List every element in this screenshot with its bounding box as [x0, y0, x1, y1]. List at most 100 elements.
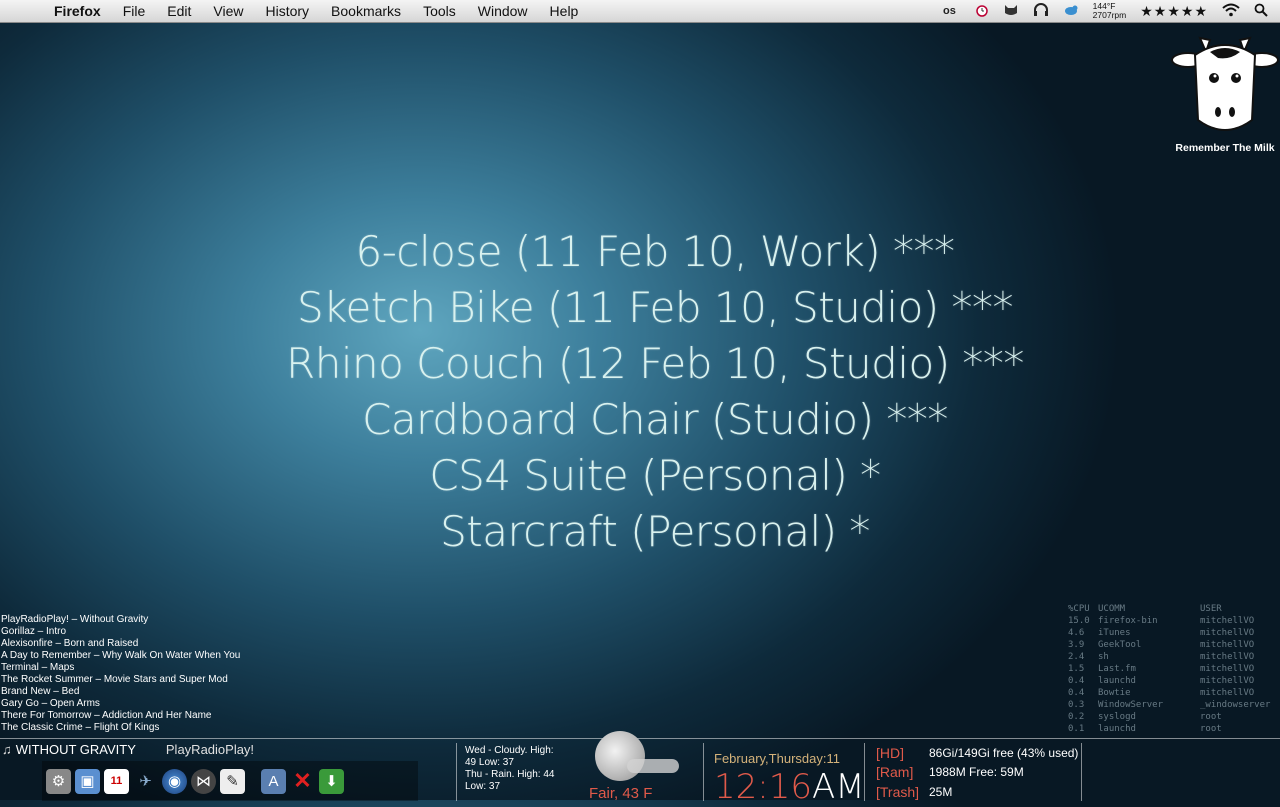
- moon-icon: [595, 731, 645, 781]
- table-cell: 0.1: [1068, 724, 1085, 734]
- rtm-label: Remember The Milk: [1175, 142, 1275, 154]
- clock-ampm: AM: [811, 767, 865, 807]
- menu-view[interactable]: View: [213, 3, 243, 19]
- system-preferences-icon[interactable]: ⚙: [46, 768, 71, 794]
- track-rating[interactable]: ★★★★★: [1140, 3, 1208, 20]
- stat-label: [HD]: [876, 744, 904, 761]
- twitter-bird-icon[interactable]: [1063, 3, 1079, 20]
- menu-window[interactable]: Window: [478, 3, 528, 19]
- forecast-line: 49 Low: 37: [465, 757, 514, 768]
- spotlight-search-icon[interactable]: [1254, 3, 1268, 20]
- table-cell: 0.2: [1068, 712, 1085, 722]
- table-row: 0.3 WindowServer _windowserver: [1068, 699, 1280, 711]
- list-item: There For Tomorrow – Addiction And Her N…: [1, 710, 212, 721]
- clock-date: February,Thursday:11: [714, 751, 840, 766]
- close-icon[interactable]: ✕: [290, 768, 315, 794]
- twitter-bird-icon[interactable]: ✈: [133, 769, 158, 794]
- table-cell: firefox-bin: [1098, 616, 1158, 626]
- weather-forecast: Wed - Cloudy. High: 49 Low: 37 Thu - Rai…: [465, 745, 573, 793]
- remember-the-milk-widget[interactable]: Remember The Milk: [1170, 30, 1280, 154]
- table-cell: 1.5: [1068, 664, 1085, 674]
- table-row: 0.4 Bowtie mitchellVO: [1068, 687, 1280, 699]
- list-item: The Classic Crime – Flight Of Kings: [1, 722, 160, 733]
- spacer-icon: [249, 769, 257, 794]
- clock-time: 12:16AM: [714, 767, 865, 807]
- bottom-status-bar: ♫ WITHOUT GRAVITY PlayRadioPlay! ⚙ ▣ 11 …: [0, 731, 1280, 807]
- stat-row: [Trash] 25M: [876, 782, 1081, 802]
- table-cell: _windowserver: [1200, 700, 1271, 710]
- table-cell: mitchellVO: [1200, 616, 1255, 626]
- menu-edit[interactable]: Edit: [167, 3, 191, 19]
- table-cell: sh: [1098, 652, 1109, 662]
- stat-row: [Ram] 1988M Free: 59M: [876, 763, 1081, 783]
- dock: ⚙ ▣ 11 ✈ ◉ ⋈ ✎ A ✕ ⬇: [42, 761, 418, 801]
- list-item: A Day to Remember – Why Walk On Water Wh…: [1, 650, 241, 661]
- table-cell: root: [1200, 712, 1222, 722]
- firefox-icon[interactable]: ◉: [162, 768, 187, 794]
- fan-rpm: 2707rpm: [1092, 10, 1127, 20]
- list-item: Terminal – Maps: [1, 662, 75, 673]
- list-item: The Rocket Summer – Movie Stars and Supe…: [1, 674, 228, 685]
- task-item: 6-close (11 Feb 10, Work) ***: [355, 227, 955, 276]
- menu-help[interactable]: Help: [550, 3, 579, 19]
- current-weather: Fair, 43 F: [589, 785, 653, 802]
- table-cell: launchd: [1098, 724, 1136, 734]
- textedit-icon[interactable]: ✎: [220, 768, 245, 794]
- now-playing-artist: PlayRadioPlay!: [165, 741, 255, 757]
- lastfm-icon[interactable]: os: [943, 4, 961, 19]
- table-cell: mitchellVO: [1200, 688, 1255, 698]
- table-cell: GeekTool: [1098, 640, 1142, 650]
- table-cell: Last.fm: [1098, 664, 1136, 674]
- column-header: USER: [1200, 604, 1222, 614]
- xcode-icon[interactable]: A: [261, 768, 286, 794]
- list-item: Alexisonfire – Born and Raised: [1, 638, 139, 649]
- stat-value: 86Gi/149Gi free (43% used): [929, 745, 1079, 760]
- table-cell: 3.9: [1068, 640, 1085, 650]
- preview-icon[interactable]: ▣: [75, 768, 100, 794]
- ical-icon[interactable]: 11: [104, 768, 129, 794]
- table-cell: 4.6: [1068, 628, 1085, 638]
- menu-file[interactable]: File: [123, 3, 146, 19]
- alarm-clock-icon[interactable]: [975, 3, 989, 20]
- menu-history[interactable]: History: [265, 3, 309, 19]
- menu-tools[interactable]: Tools: [423, 3, 456, 19]
- table-cell: 0.4: [1068, 688, 1085, 698]
- table-row: 15.0 firefox-bin mitchellVO: [1068, 615, 1280, 627]
- cloud-icon: [627, 759, 679, 773]
- clock-time-value: 12:16: [714, 767, 812, 807]
- column-header: UCOMM: [1098, 604, 1126, 614]
- table-cell: launchd: [1098, 676, 1136, 686]
- forecast-line: Wed - Cloudy. High:: [465, 745, 554, 756]
- table-cell: 2.4: [1068, 652, 1085, 662]
- table-row: 3.9 GeekTool mitchellVO: [1068, 639, 1280, 651]
- svg-text:os: os: [943, 5, 956, 16]
- table-row: 0.2 syslogd root: [1068, 711, 1280, 723]
- now-playing: ♫ WITHOUT GRAVITY PlayRadioPlay!: [0, 739, 254, 759]
- forecast-line: Low: 37: [465, 781, 501, 792]
- list-item: PlayRadioPlay! – Without Gravity: [1, 614, 149, 625]
- download-icon[interactable]: ⬇: [319, 768, 344, 794]
- table-cell: iTunes: [1098, 628, 1131, 638]
- music-note-icon: ♫: [2, 741, 12, 757]
- app-menu[interactable]: Firefox: [54, 3, 101, 19]
- headphones-icon[interactable]: [1033, 2, 1049, 20]
- stat-value: 25M: [929, 784, 953, 799]
- task-item: CS4 Suite (Personal) *: [429, 451, 881, 500]
- table-cell: mitchellVO: [1200, 640, 1255, 650]
- stat-value: 1988M Free: 59M: [929, 765, 1024, 780]
- cat-icon[interactable]: [1003, 3, 1019, 20]
- weather-widget: Wed - Cloudy. High: 49 Low: 37 Thu - Rai…: [456, 731, 707, 802]
- wifi-icon[interactable]: [1222, 3, 1240, 20]
- stat-label: [Trash]: [876, 783, 920, 800]
- column-header: %CPU: [1068, 604, 1090, 614]
- table-cell: 15.0: [1068, 616, 1090, 626]
- system-stats: [HD] 86Gi/149Gi free (43% used) [Ram] 19…: [876, 743, 1082, 801]
- table-row: 4.6 iTunes mitchellVO: [1068, 627, 1280, 639]
- table-cell: mitchellVO: [1200, 676, 1255, 686]
- table-row: 0.1 launchd root: [1068, 723, 1280, 735]
- menu-bookmarks[interactable]: Bookmarks: [331, 3, 401, 19]
- table-cell: mitchellVO: [1200, 652, 1255, 662]
- bowtie-icon[interactable]: ⋈: [191, 768, 216, 794]
- table-cell: 0.3: [1068, 700, 1085, 710]
- menu-bar: Firefox File Edit View History Bookmarks…: [0, 0, 1280, 23]
